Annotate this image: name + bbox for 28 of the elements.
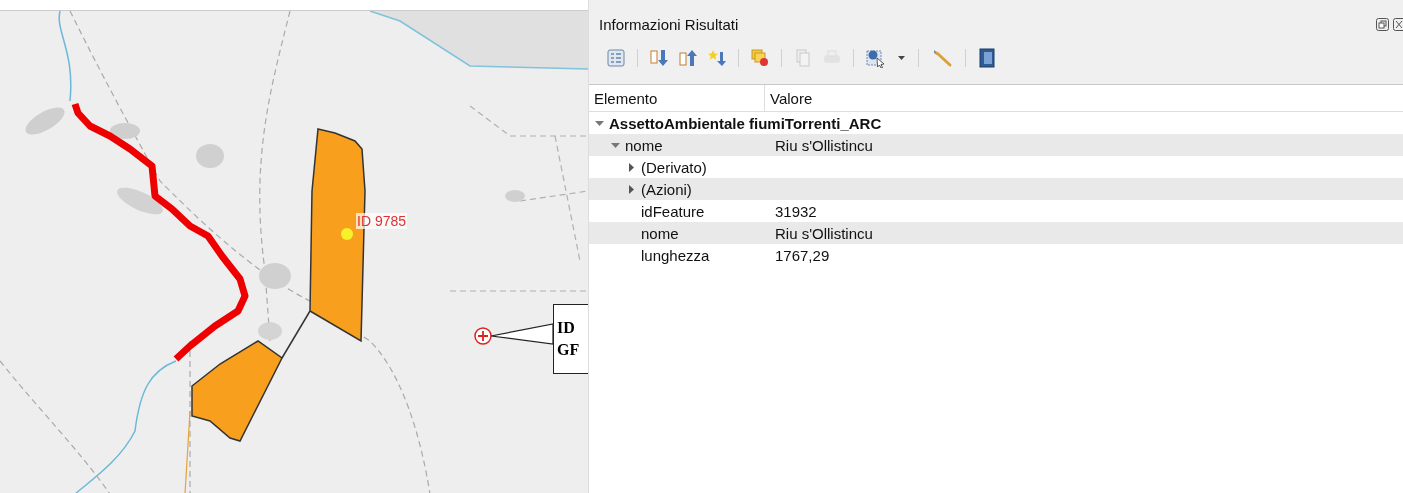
attribute-value: 1767,29 <box>775 246 830 264</box>
attribute-value: Riu s'Ollistincu <box>775 136 873 154</box>
callout-text: ID <box>557 318 576 338</box>
tree-item[interactable]: (Derivato) <box>641 158 707 176</box>
column-header[interactable]: Valore <box>765 85 1403 111</box>
help-icon[interactable] <box>976 46 998 70</box>
tree-item[interactable]: (Azioni) <box>641 180 692 198</box>
attribute-value: 31932 <box>775 202 817 220</box>
tree-item[interactable]: nome <box>641 224 679 242</box>
expand-arrow-icon[interactable] <box>627 162 636 172</box>
panel-title: Informazioni Risultati <box>599 15 739 33</box>
tree-item[interactable]: idFeature <box>641 202 705 220</box>
callout-text: GF <box>557 340 581 360</box>
expand-arrow-icon[interactable] <box>627 184 636 194</box>
tree-view-icon[interactable] <box>605 46 627 70</box>
float-icon[interactable] <box>1376 17 1389 31</box>
connector-line <box>281 310 311 359</box>
expand-arrow-icon[interactable] <box>611 140 620 150</box>
expand-arrow-icon[interactable] <box>595 118 604 128</box>
feature-label: ID 9785 <box>356 213 408 229</box>
tree-item[interactable]: AssettoAmbientale fiumiTorrenti_ARC <box>609 114 882 132</box>
crosshair-icon <box>474 327 492 345</box>
tree-item[interactable]: nome <box>625 136 663 154</box>
tree-item[interactable]: lunghezza <box>641 246 710 264</box>
point-marker <box>341 228 353 240</box>
attribute-value: Riu s'Ollistincu <box>775 224 873 242</box>
column-header[interactable]: Elemento <box>589 85 765 111</box>
close-icon[interactable] <box>1393 17 1403 31</box>
